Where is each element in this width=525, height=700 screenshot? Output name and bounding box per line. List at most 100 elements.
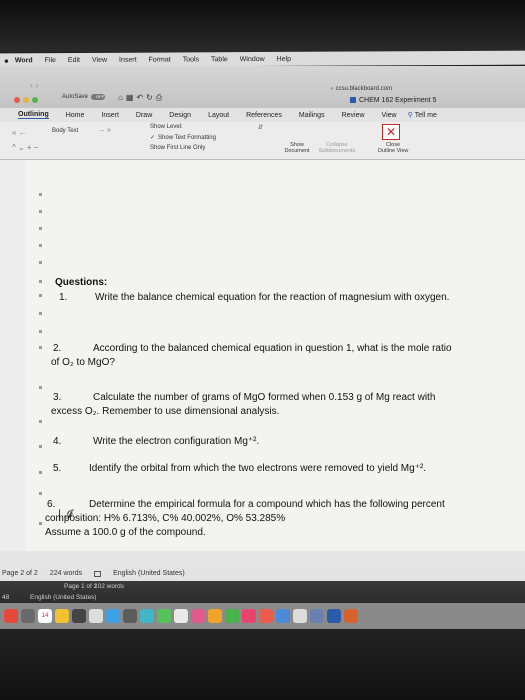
outline-bullet[interactable]	[39, 244, 42, 247]
q3-line1[interactable]: Calculate the number of grams of MgO for…	[93, 391, 435, 404]
dock-app-icon[interactable]	[21, 609, 35, 623]
dock-app-icon[interactable]	[293, 609, 307, 623]
outline-bullet[interactable]	[39, 420, 42, 423]
dock-app-icon[interactable]	[123, 609, 137, 623]
q4-text[interactable]: Write the electron configuration Mg⁺².	[93, 435, 259, 448]
autosave-switch[interactable]: OFF	[91, 94, 106, 100]
notes-icon[interactable]	[55, 609, 69, 623]
browser-nav-arrows-icon[interactable]: ‹ ›	[30, 80, 39, 90]
menu-insert[interactable]: Insert	[119, 56, 137, 63]
menu-window[interactable]: Window	[240, 55, 265, 62]
q1-text[interactable]: Write the balance chemical equation for …	[95, 291, 449, 304]
show-first-line-checkbox[interactable]: Show First Line Only	[150, 145, 205, 151]
tell-me-search[interactable]: ⚲ Tell me	[408, 111, 454, 119]
document-area[interactable]: Questions: 1. Write the balance chemical…	[0, 160, 525, 551]
tab-references[interactable]: References	[246, 112, 282, 119]
menu-help[interactable]: Help	[277, 55, 291, 62]
q6-line1[interactable]: Determine the empirical formula for a co…	[89, 498, 445, 511]
q1-number[interactable]: 1.	[59, 291, 67, 304]
demote-arrows-icon[interactable]: → »	[98, 127, 111, 134]
menu-tools[interactable]: Tools	[183, 56, 199, 63]
q3-number[interactable]: 3.	[53, 391, 61, 404]
tab-mailings[interactable]: Mailings	[299, 112, 325, 119]
close-outline-view-button[interactable]: Close Outline View	[368, 142, 418, 154]
quick-access-toolbar[interactable]: ⌂▦↶↻⎙	[118, 93, 165, 103]
tab-review[interactable]: Review	[342, 112, 365, 119]
q5-number[interactable]: 5.	[53, 462, 61, 475]
outline-bullet[interactable]	[39, 193, 42, 196]
minimize-window-icon[interactable]	[23, 97, 29, 103]
news-icon[interactable]	[242, 609, 256, 623]
app-store-icon[interactable]	[276, 609, 290, 623]
dock-app-icon[interactable]	[72, 609, 86, 623]
promote-demote-icon[interactable]: « ←	[12, 128, 27, 137]
dock-app-icon[interactable]	[310, 609, 324, 623]
tab-outlining[interactable]: Outlining	[18, 111, 49, 119]
tab-design[interactable]: Design	[169, 112, 191, 119]
powerpoint-app-icon[interactable]	[344, 609, 358, 623]
q2-line2[interactable]: of O₂ to MgO?	[51, 356, 115, 369]
word-count[interactable]: 224 words	[50, 570, 82, 577]
q2-number[interactable]: 2.	[53, 342, 61, 355]
menu-edit[interactable]: Edit	[68, 56, 80, 63]
language-status[interactable]: English (United States)	[113, 570, 185, 577]
numbers-icon[interactable]	[225, 609, 239, 623]
browser-url[interactable]: ● ccsu.blackboard.com	[330, 86, 392, 92]
q6-line2[interactable]: composition: H% 6.713%, C% 40.002%, O% 5…	[45, 512, 285, 525]
photos-icon[interactable]	[174, 609, 188, 623]
move-expand-icons[interactable]: ^ ⌄ + −	[12, 143, 38, 152]
q6-number[interactable]: 6.	[47, 498, 55, 511]
messages-icon[interactable]	[157, 609, 171, 623]
tab-draw[interactable]: Draw	[136, 112, 152, 119]
menu-app-name[interactable]: Word	[15, 57, 33, 64]
apple-icon[interactable]: ●	[4, 56, 9, 65]
questions-heading[interactable]: Questions:	[55, 276, 107, 289]
outline-bullet[interactable]	[39, 346, 42, 349]
page-count[interactable]: Page 2 of 2	[2, 570, 38, 577]
menu-view[interactable]: View	[92, 56, 107, 63]
tab-insert[interactable]: Insert	[101, 112, 119, 119]
autosave-toggle[interactable]: AutoSave OFF	[62, 94, 106, 100]
dock-app-icon[interactable]	[4, 609, 18, 623]
outline-bullet[interactable]	[39, 280, 42, 283]
close-window-icon[interactable]	[14, 97, 20, 103]
tab-home[interactable]: Home	[66, 112, 85, 119]
show-text-formatting-checkbox[interactable]: ✓ Show Text Formatting	[150, 134, 216, 142]
dock-app-icon[interactable]	[140, 609, 154, 623]
outline-bullet[interactable]	[39, 312, 42, 315]
menu-table[interactable]: Table	[211, 56, 228, 63]
document-page[interactable]: Questions: 1. Write the balance chemical…	[25, 160, 525, 551]
tab-view[interactable]: View	[382, 112, 397, 119]
tab-layout[interactable]: Layout	[208, 112, 229, 119]
dock-app-icon[interactable]	[191, 609, 205, 623]
dock-app-icon[interactable]	[106, 609, 120, 623]
outline-bullet[interactable]	[39, 227, 42, 230]
dock-app-icon[interactable]	[89, 609, 103, 623]
menu-file[interactable]: File	[45, 57, 56, 64]
outline-bullet[interactable]	[39, 294, 42, 297]
outline-bullet[interactable]	[39, 492, 42, 495]
proofing-icon[interactable]	[94, 570, 102, 577]
zoom-window-icon[interactable]	[32, 97, 38, 103]
q3-line2[interactable]: excess O₂. Remember to use dimensional a…	[51, 405, 279, 418]
outline-level-select[interactable]: Body Text	[52, 128, 78, 134]
show-level-control[interactable]: Show Level:	[150, 124, 183, 130]
outline-bullet[interactable]	[39, 330, 42, 333]
close-outline-icon[interactable]: ✕	[382, 124, 400, 140]
q2-line1[interactable]: According to the balanced chemical equat…	[93, 342, 452, 355]
q5-text[interactable]: Identify the orbital from which the two …	[89, 462, 426, 475]
music-icon[interactable]	[259, 609, 273, 623]
outline-bullet[interactable]	[39, 386, 42, 389]
outline-bullet[interactable]	[39, 522, 42, 525]
calendar-icon[interactable]: 14	[38, 609, 52, 623]
q6-line3[interactable]: Assume a 100.0 g of the compound.	[45, 526, 206, 539]
show-level-dropdown-icon[interactable]: ⇵	[258, 124, 263, 131]
outline-bullet[interactable]	[39, 261, 42, 264]
outline-bullet[interactable]	[39, 445, 42, 448]
word-app-icon[interactable]	[327, 609, 341, 623]
outline-bullet[interactable]	[39, 210, 42, 213]
outline-bullet[interactable]	[39, 471, 42, 474]
collapse-subdocuments-button[interactable]: Collapse Subdocuments	[312, 142, 362, 154]
books-icon[interactable]	[208, 609, 222, 623]
menu-format[interactable]: Format	[148, 56, 170, 63]
